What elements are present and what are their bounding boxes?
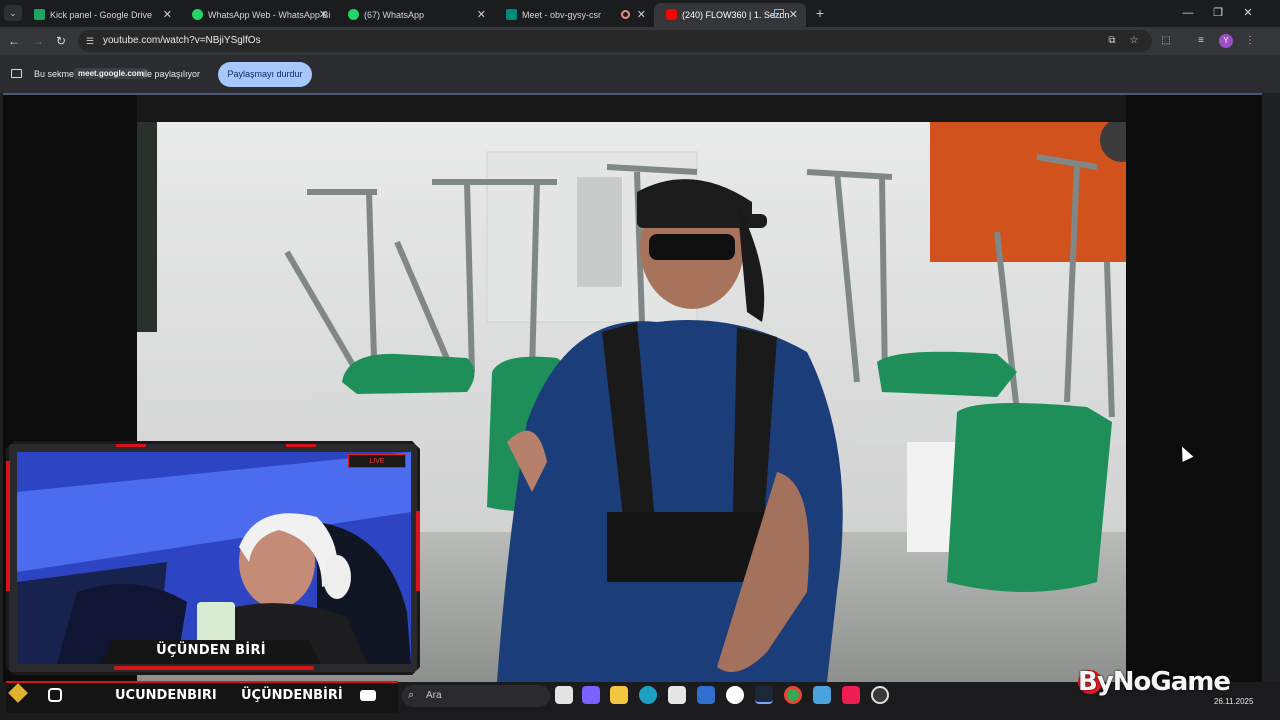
whatsapp-icon: [192, 9, 203, 20]
tab-sharing-infobar: Bu sekme meet.google.com ile paylaşılıyo…: [0, 55, 1280, 93]
live-badge: LIVE: [348, 454, 406, 468]
extensions-icon[interactable]: ⬚: [1158, 33, 1174, 49]
back-button[interactable]: ←: [6, 33, 22, 49]
video-letterbox: [137, 95, 1126, 122]
close-tab-icon[interactable]: ✕: [637, 8, 646, 21]
name-underline: [114, 666, 314, 670]
streamer-name: ÜÇÜNDEN BİRİ: [156, 643, 266, 658]
media-controls-icon[interactable]: ≡: [1193, 33, 1209, 49]
bird-logo-icon: [8, 683, 28, 703]
minimize-button[interactable]: —: [1178, 5, 1198, 21]
close-window-button[interactable]: ✕: [1238, 5, 1258, 21]
url-text[interactable]: youtube.com/watch?v=NBjiYSglfOs: [103, 35, 261, 46]
tab-title: (67) WhatsApp: [364, 10, 425, 20]
browser-menu-icon[interactable]: ⋮: [1242, 33, 1258, 49]
taskbar-search[interactable]: ⌕ Ara: [402, 685, 550, 707]
youtube-icon: [666, 9, 677, 20]
store-icon[interactable]: [668, 686, 686, 704]
tab-strip: ⌄ Kick panel - Google Drive ✕ WhatsApp W…: [0, 0, 1280, 27]
stop-sharing-button[interactable]: Paylaşmayı durdur: [218, 62, 312, 87]
obs-icon[interactable]: [871, 686, 889, 704]
tab-whatsapp[interactable]: (67) WhatsApp ✕: [336, 3, 494, 27]
frame-accent: [416, 511, 420, 591]
channel-handle: ÜÇÜNDENBİRİ: [241, 688, 343, 703]
share-prefix-text: Bu sekme: [34, 69, 75, 79]
address-bar[interactable]: ☰ youtube.com/watch?v=NBjiYSglfOs: [78, 30, 1152, 52]
yandex-icon[interactable]: [726, 686, 744, 704]
photos-icon[interactable]: [813, 686, 831, 704]
tab-meet[interactable]: Meet - obv-gysy-csr ✕: [494, 3, 654, 27]
tab-sharing-icon: [774, 9, 784, 18]
share-suffix-text: ile paylaşılıyor: [143, 69, 201, 79]
search-placeholder: Ara: [426, 690, 442, 701]
mail-icon[interactable]: [697, 686, 715, 704]
youtube-logo-icon: [360, 690, 376, 701]
webcam-overlay: LIVE ÜÇÜNDEN BİRİ: [6, 441, 420, 675]
restore-button[interactable]: ❐: [1208, 5, 1228, 21]
close-tab-icon[interactable]: ✕: [789, 8, 798, 21]
site-info-icon[interactable]: ☰: [84, 35, 96, 47]
tab-youtube[interactable]: (240) FLOW360 | 1. Sezon ✕: [654, 3, 806, 27]
browser-toolbar: ← → ↻ ☰ youtube.com/watch?v=NBjiYSglfOs …: [0, 27, 1280, 55]
frame-accent: [286, 444, 316, 447]
close-tab-icon[interactable]: ✕: [477, 8, 486, 21]
whatsapp-icon: [348, 9, 359, 20]
screen-share-icon: [11, 69, 22, 78]
close-tab-icon[interactable]: ✕: [319, 8, 328, 21]
google-drive-icon: [34, 9, 45, 20]
tab-search-button[interactable]: ⌄: [4, 5, 22, 21]
watermark-text: ByNoGame: [1078, 667, 1231, 697]
install-app-icon[interactable]: ⧉: [1104, 33, 1120, 49]
file-explorer-icon[interactable]: [610, 686, 628, 704]
profile-avatar[interactable]: Y: [1219, 34, 1233, 48]
instagram-icon: [48, 688, 62, 702]
chrome-icon[interactable]: [784, 686, 802, 704]
bookmark-star-icon[interactable]: ☆: [1126, 33, 1142, 49]
tab-title: WhatsApp Web - WhatsApp Bi: [208, 10, 331, 20]
forward-button[interactable]: →: [30, 33, 46, 49]
tiktok-icon[interactable]: [842, 686, 860, 704]
recording-indicator-icon: [621, 10, 630, 19]
search-icon: ⌕: [408, 689, 415, 701]
tab-google-drive[interactable]: Kick panel - Google Drive ✕: [22, 3, 180, 27]
google-meet-icon: [506, 9, 517, 20]
tab-whatsapp-business[interactable]: WhatsApp Web - WhatsApp Bi ✕: [180, 3, 336, 27]
tab-title: Kick panel - Google Drive: [50, 10, 153, 20]
webcam-image: [17, 452, 411, 664]
webcam-feed: [17, 452, 411, 664]
tab-title: Meet - obv-gysy-csr: [522, 10, 602, 20]
frame-accent: [116, 444, 146, 447]
share-domain-badge: meet.google.com: [74, 68, 148, 79]
task-view-icon[interactable]: [555, 686, 573, 704]
edge-icon[interactable]: [639, 686, 657, 704]
steam-icon[interactable]: [755, 686, 773, 704]
instagram-handle: UCUNDENBIRI: [115, 688, 217, 703]
reload-button[interactable]: ↻: [53, 33, 69, 49]
new-tab-button[interactable]: +: [812, 5, 828, 21]
copilot-icon[interactable]: [582, 686, 600, 704]
taskbar-date: 26.11.2025: [1214, 697, 1254, 706]
scrollbar[interactable]: [1262, 93, 1280, 682]
close-tab-icon[interactable]: ✕: [163, 8, 172, 21]
frame-accent: [6, 461, 10, 591]
